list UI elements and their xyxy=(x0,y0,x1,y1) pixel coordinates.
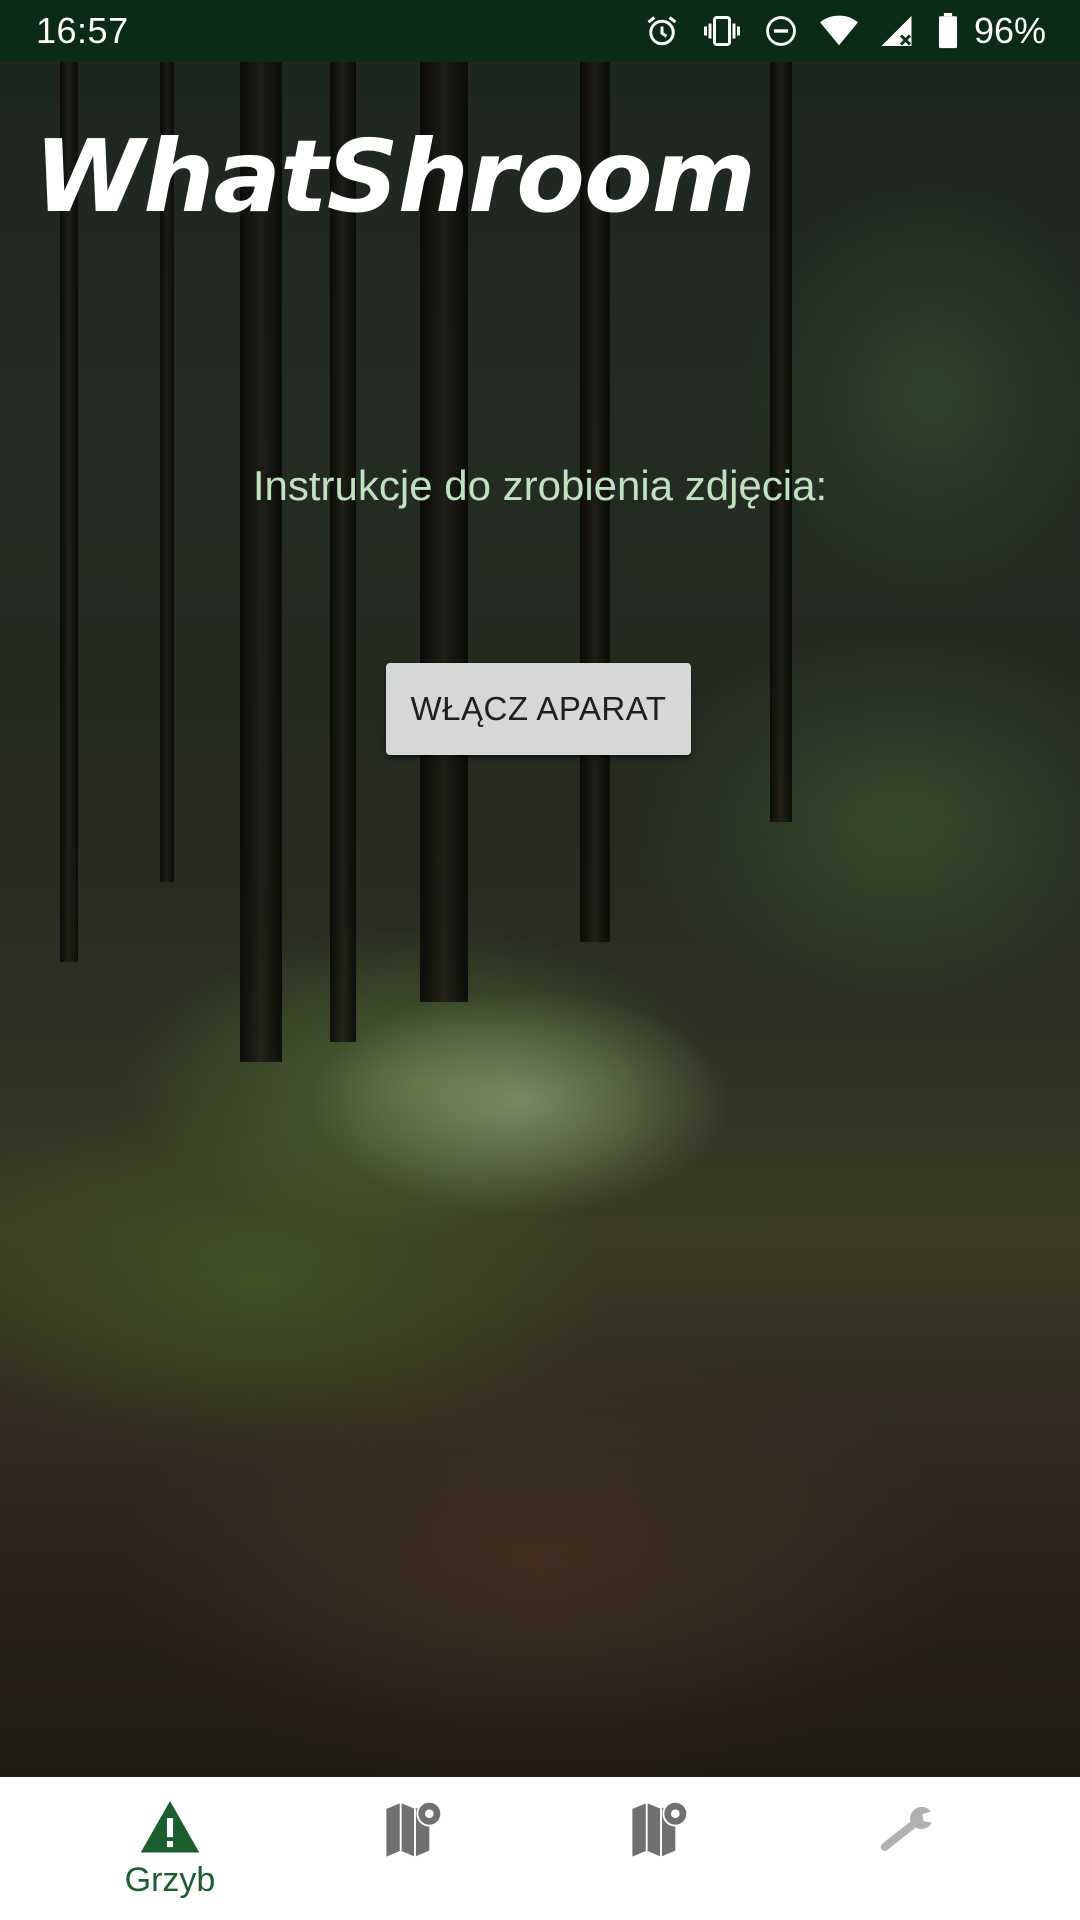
nav-item-settings[interactable] xyxy=(818,1777,998,1920)
status-icons: 96% xyxy=(644,9,1046,53)
battery-percentage: 96% xyxy=(973,10,1046,51)
nav-item-mushroom[interactable]: Grzyb xyxy=(80,1777,260,1920)
nav-item-map-1[interactable] xyxy=(325,1777,505,1920)
map-pin-icon xyxy=(386,1800,443,1857)
do-not-disturb-icon xyxy=(766,16,796,46)
signal-icon xyxy=(881,16,912,46)
nav-label-mushroom: Grzyb xyxy=(124,1861,216,1899)
warning-icon xyxy=(140,1801,200,1853)
wifi-icon xyxy=(819,15,858,46)
vibrate-icon xyxy=(703,16,740,46)
map-pin-icon xyxy=(632,1800,689,1857)
status-time: 16:57 xyxy=(36,10,129,51)
app-title: WhatShroom xyxy=(34,118,756,235)
nav-item-map-2[interactable] xyxy=(571,1777,751,1920)
bottom-navigation: Grzyb xyxy=(0,1777,1080,1920)
battery-icon xyxy=(938,13,957,49)
alarm-icon xyxy=(647,16,677,46)
forest-background-image xyxy=(0,62,1080,1777)
tree-trunk xyxy=(770,62,792,822)
status-bar: 16:57 96% xyxy=(0,0,1080,62)
instructions-heading: Instrukcje do zrobienia zdjęcia: xyxy=(252,462,828,509)
wrench-icon xyxy=(880,1806,932,1851)
turn-on-camera-button[interactable]: WŁĄCZ APARAT xyxy=(386,663,691,755)
